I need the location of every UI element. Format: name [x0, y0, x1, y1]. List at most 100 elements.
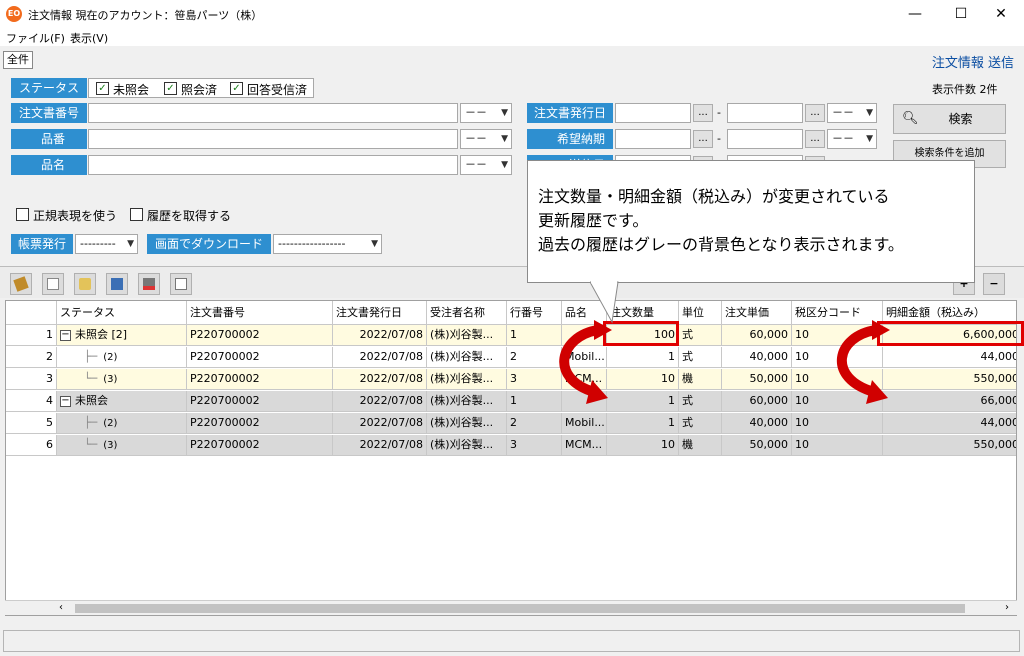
regex-checkbox[interactable]: [16, 208, 29, 221]
download-select[interactable]: ----------------- ▼: [273, 234, 382, 254]
issue-date-to-picker[interactable]: ...: [805, 104, 825, 122]
cell-amount: 550,000: [883, 369, 1016, 390]
status-cell: └─ (3): [57, 435, 187, 456]
cell-quantity: 1: [607, 413, 679, 434]
app-icon: EO: [6, 6, 22, 22]
desired-delivery-from[interactable]: [615, 129, 691, 149]
edit-icon[interactable]: [10, 273, 32, 295]
regex-label: 正規表現を使う: [33, 209, 118, 223]
desired-delivery-select[interactable]: －－ ▼: [827, 129, 877, 149]
cell-unit-price: 40,000: [722, 413, 792, 434]
cell-issue-date: 2022/07/08: [333, 325, 427, 346]
minimize-button[interactable]: —: [892, 0, 938, 28]
note-icon[interactable]: [42, 273, 64, 295]
cell-order-number: P220700002: [187, 347, 333, 368]
cell-row-number: 5: [6, 413, 57, 434]
tab-all[interactable]: 全件: [3, 51, 33, 69]
item-name-match-select[interactable]: －－ ▼: [460, 155, 512, 175]
status-cell: − 未照会: [57, 391, 187, 412]
callout-line-3: 過去の履歴はグレーの背景色となり表示されます。: [538, 235, 904, 254]
checkbox-answered[interactable]: ✓: [230, 82, 243, 95]
menu-file[interactable]: ファイル(F): [6, 30, 65, 46]
issue-date-to[interactable]: [727, 103, 803, 123]
range-dash: -: [717, 106, 721, 119]
window-title: 注文情報 現在のアカウント：笹島パーツ（株）: [28, 9, 263, 22]
cell-customer: (株)刈谷製...: [427, 369, 507, 390]
item-no-label: 品番: [11, 129, 87, 149]
tree-connector-icon: ├─: [84, 416, 98, 429]
status-cell: └─ (3): [57, 369, 187, 390]
search-button[interactable]: 🔍︎ 検索: [893, 104, 1006, 134]
desired-delivery-label: 希望納期: [527, 129, 613, 149]
folder-icon[interactable]: [74, 273, 96, 295]
save-icon[interactable]: [106, 273, 128, 295]
order-no-label: 注文書番号: [11, 103, 87, 123]
checkbox-unread-label: 未照会: [113, 83, 150, 97]
order-no-match-select[interactable]: －－ ▼: [460, 103, 512, 123]
desired-delivery-to[interactable]: [727, 129, 803, 149]
item-no-input[interactable]: [88, 129, 458, 149]
cell-amount: 44,000: [883, 413, 1016, 434]
form-issue-value: ---------: [80, 237, 116, 250]
collapse-tree-icon[interactable]: −: [60, 329, 71, 341]
chevron-down-icon: ▼: [866, 108, 873, 118]
cell-unit: 式: [679, 391, 722, 412]
item-no-match-value: －－: [465, 132, 487, 145]
status-cell: − 未照会 [2]: [57, 325, 187, 346]
close-button[interactable]: ✕: [978, 0, 1024, 28]
qty-history-arrow: [559, 320, 612, 404]
cell-line-number: 3: [507, 435, 562, 456]
scroll-right-icon[interactable]: ›: [1005, 602, 1009, 613]
scroll-thumb[interactable]: [75, 604, 965, 613]
chevron-down-icon: ▼: [127, 239, 134, 249]
horizontal-scrollbar[interactable]: ‹ ›: [5, 600, 1017, 615]
desired-delivery-to-picker[interactable]: ...: [805, 130, 825, 148]
status-text: (2): [103, 418, 118, 429]
copy-icon[interactable]: [170, 273, 192, 295]
menu-view[interactable]: 表示(V): [70, 30, 108, 46]
send-order-link[interactable]: 注文情報 送信: [932, 52, 1014, 71]
issue-date-select[interactable]: －－ ▼: [827, 103, 877, 123]
print-icon[interactable]: [138, 273, 160, 295]
cell-row-number: 3: [6, 369, 57, 390]
callout-pointer: [590, 280, 619, 324]
cell-order-number: P220700002: [187, 413, 333, 434]
checkbox-read[interactable]: ✓: [164, 82, 177, 95]
item-no-match-select[interactable]: －－ ▼: [460, 129, 512, 149]
cell-amount: 66,000: [883, 391, 1016, 412]
item-name-input[interactable]: [88, 155, 458, 175]
status-text: 未照会 [2]: [75, 328, 128, 341]
tree-connector-icon: └─: [84, 372, 98, 385]
item-name-label: 品名: [11, 155, 87, 175]
cell-row-number: 6: [6, 435, 57, 456]
column-header-unit: 単位: [679, 301, 722, 325]
issue-date-from-picker[interactable]: ...: [693, 104, 713, 122]
cell-issue-date: 2022/07/08: [333, 435, 427, 456]
cell-unit: 機: [679, 369, 722, 390]
cell-row-number: 2: [6, 347, 57, 368]
order-no-input[interactable]: [88, 103, 458, 123]
result-count: 表示件数 2件: [932, 83, 998, 96]
callout-line-2: 更新履歴です。: [538, 211, 649, 230]
collapse-tree-icon[interactable]: −: [60, 395, 71, 407]
cell-unit: 式: [679, 325, 722, 346]
cell-customer: (株)刈谷製...: [427, 325, 507, 346]
status-text: (3): [103, 374, 118, 385]
cell-line-number: 2: [507, 413, 562, 434]
form-issue-select[interactable]: --------- ▼: [75, 234, 138, 254]
checkbox-unread[interactable]: ✓: [96, 82, 109, 95]
cell-unit-price: 40,000: [722, 347, 792, 368]
chevron-down-icon: ▼: [501, 108, 508, 118]
history-checkbox[interactable]: [130, 208, 143, 221]
cell-row-number: 4: [6, 391, 57, 412]
scroll-left-icon[interactable]: ‹: [59, 602, 63, 613]
status-text: (3): [103, 440, 118, 451]
issue-date-from[interactable]: [615, 103, 691, 123]
cell-quantity: 10: [607, 435, 679, 456]
cell-row-number: 1: [6, 325, 57, 346]
desired-delivery-from-picker[interactable]: ...: [693, 130, 713, 148]
collapse-all-button[interactable]: −: [983, 273, 1005, 295]
cell-order-number: P220700002: [187, 435, 333, 456]
chevron-down-icon: ▼: [371, 239, 378, 249]
item-name-match-value: －－: [465, 158, 487, 171]
